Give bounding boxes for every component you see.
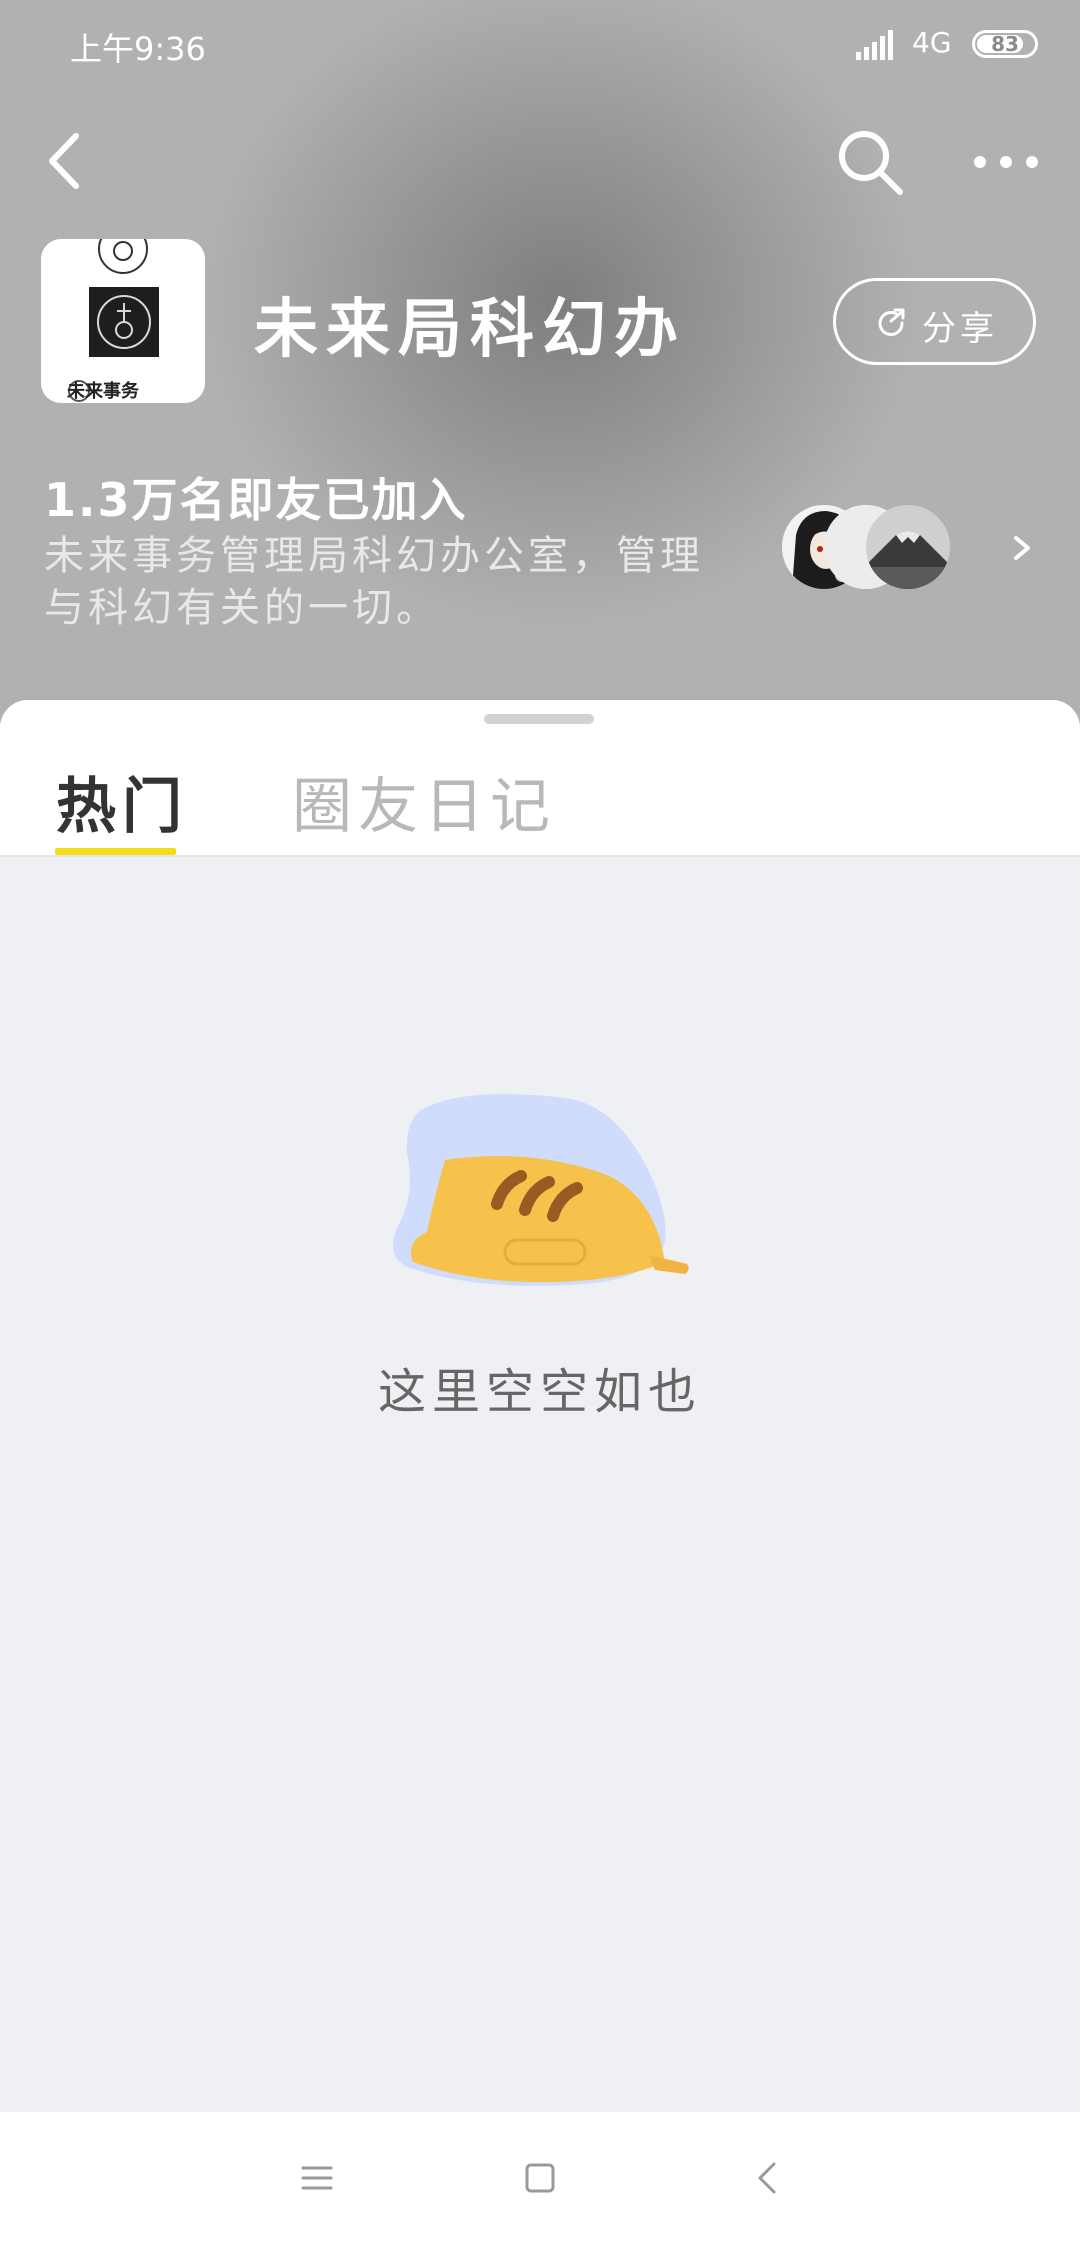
system-nav-bar: [0, 2112, 1080, 2244]
menu-icon: [301, 2166, 333, 2190]
status-time: 上午9:36: [70, 30, 206, 68]
nav-home-button[interactable]: [518, 2156, 562, 2200]
share-button[interactable]: 分享: [833, 278, 1036, 365]
circle-description: 未来事务管理局科幻办公室，管理与科幻有关的一切。: [44, 533, 704, 631]
share-label: 分享: [922, 309, 998, 349]
more-dots-icon: [974, 156, 1038, 168]
circle-title: 未来局科幻办: [254, 293, 686, 367]
search-button[interactable]: [834, 126, 908, 200]
network-type: 4G: [912, 26, 952, 59]
circle-header: 上午9:36 4G 83 未来事务 未来局科幻办 分享 1.3万名即友已加入 未…: [0, 0, 1080, 760]
nav-menu-button[interactable]: [295, 2156, 339, 2200]
battery-icon: 83: [972, 30, 1038, 58]
more-button[interactable]: [964, 140, 1048, 184]
nav-back-button[interactable]: [746, 2156, 790, 2200]
share-arrow-icon: [878, 308, 905, 336]
tab-circle-diary[interactable]: 圈友日记: [292, 758, 556, 845]
content-sheet: 热门 圈友日记 这里空空如也: [0, 700, 1080, 2112]
avatar-image: [866, 505, 950, 589]
chevron-right-icon: [1014, 536, 1030, 560]
logo-text: 未来事务: [67, 381, 139, 402]
member-avatar[interactable]: [866, 505, 950, 589]
signal-icon: [856, 30, 893, 60]
active-tab-indicator: [55, 848, 176, 855]
members-arrow-button[interactable]: [1004, 530, 1040, 566]
status-bar: 上午9:36 4G 83: [0, 0, 1080, 90]
drag-handle[interactable]: [484, 714, 594, 724]
chevron-left-icon: [49, 133, 79, 189]
triangle-back-icon: [758, 2162, 776, 2194]
search-icon: [839, 131, 903, 195]
square-home-icon: [525, 2163, 555, 2193]
tab-hot[interactable]: 热门: [56, 758, 188, 845]
sleeping-cat-illustration: [392, 1094, 689, 1286]
empty-state-text: 这里空空如也: [377, 1364, 702, 1420]
tab-bar: 热门 圈友日记: [0, 700, 1080, 857]
battery-level: 83: [991, 32, 1019, 56]
member-count: 1.3万名即友已加入: [44, 473, 468, 527]
back-button[interactable]: [36, 126, 96, 196]
circle-logo: 未来事务: [41, 239, 205, 403]
